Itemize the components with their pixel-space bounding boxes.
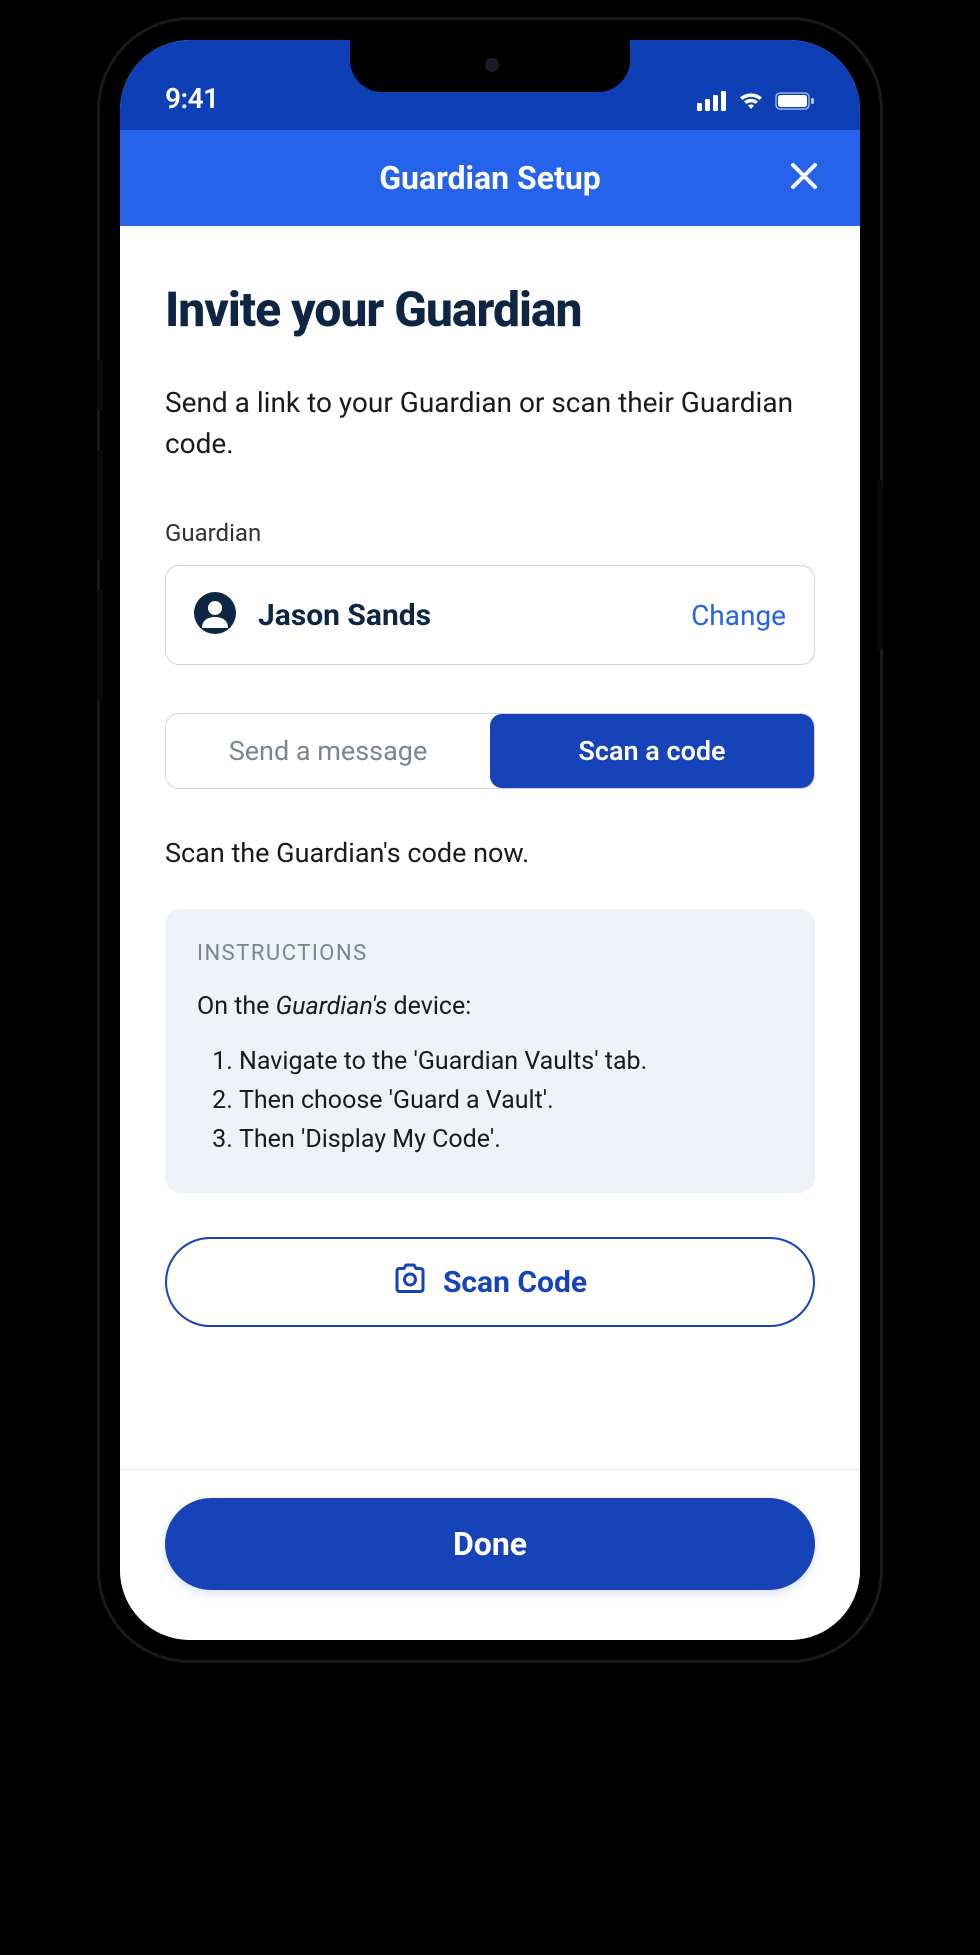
- wifi-icon: [737, 91, 765, 115]
- instructions-lead-pre: On the: [197, 992, 276, 1021]
- instructions-lead-post: device:: [387, 992, 471, 1021]
- guardian-card: Jason Sands Change: [165, 565, 815, 665]
- status-time: 9:41: [165, 82, 219, 115]
- page-subtitle: Send a link to your Guardian or scan the…: [165, 383, 815, 464]
- person-icon: [194, 592, 236, 638]
- battery-icon: [775, 91, 815, 115]
- camera-icon: [393, 1263, 427, 1301]
- done-button-label: Done: [453, 1525, 527, 1563]
- instruction-step: Then choose 'Guard a Vault'.: [239, 1082, 783, 1121]
- tab-send-message[interactable]: Send a message: [166, 714, 490, 788]
- close-button[interactable]: [788, 160, 820, 196]
- scan-code-button[interactable]: Scan Code: [165, 1237, 815, 1327]
- method-segmented-control: Send a message Scan a code: [165, 713, 815, 789]
- cellular-signal-icon: [697, 91, 727, 115]
- instructions-lead-em: Guardian's: [276, 992, 388, 1021]
- instructions-lead: On the Guardian's device:: [197, 992, 783, 1021]
- guardian-name: Jason Sands: [258, 598, 431, 633]
- instruction-step: Navigate to the 'Guardian Vaults' tab.: [239, 1043, 783, 1082]
- close-icon: [788, 160, 820, 192]
- guardian-field-label: Guardian: [165, 519, 815, 547]
- scan-code-button-label: Scan Code: [443, 1265, 587, 1300]
- nav-title: Guardian Setup: [379, 159, 601, 197]
- instructions-box: INSTRUCTIONS On the Guardian's device: N…: [165, 909, 815, 1193]
- instruction-lead-text: Scan the Guardian's code now.: [165, 837, 815, 869]
- instruction-step: Then 'Display My Code'.: [239, 1121, 783, 1160]
- footer-bar: Done: [120, 1469, 860, 1640]
- instructions-title: INSTRUCTIONS: [197, 941, 783, 966]
- done-button[interactable]: Done: [165, 1498, 815, 1590]
- tab-scan-code[interactable]: Scan a code: [490, 714, 814, 788]
- instructions-list: Navigate to the 'Guardian Vaults' tab. T…: [197, 1043, 783, 1159]
- page-title: Invite your Guardian: [165, 281, 815, 338]
- change-button[interactable]: Change: [691, 599, 786, 632]
- status-icons: [697, 91, 815, 115]
- nav-bar: Guardian Setup: [120, 130, 860, 226]
